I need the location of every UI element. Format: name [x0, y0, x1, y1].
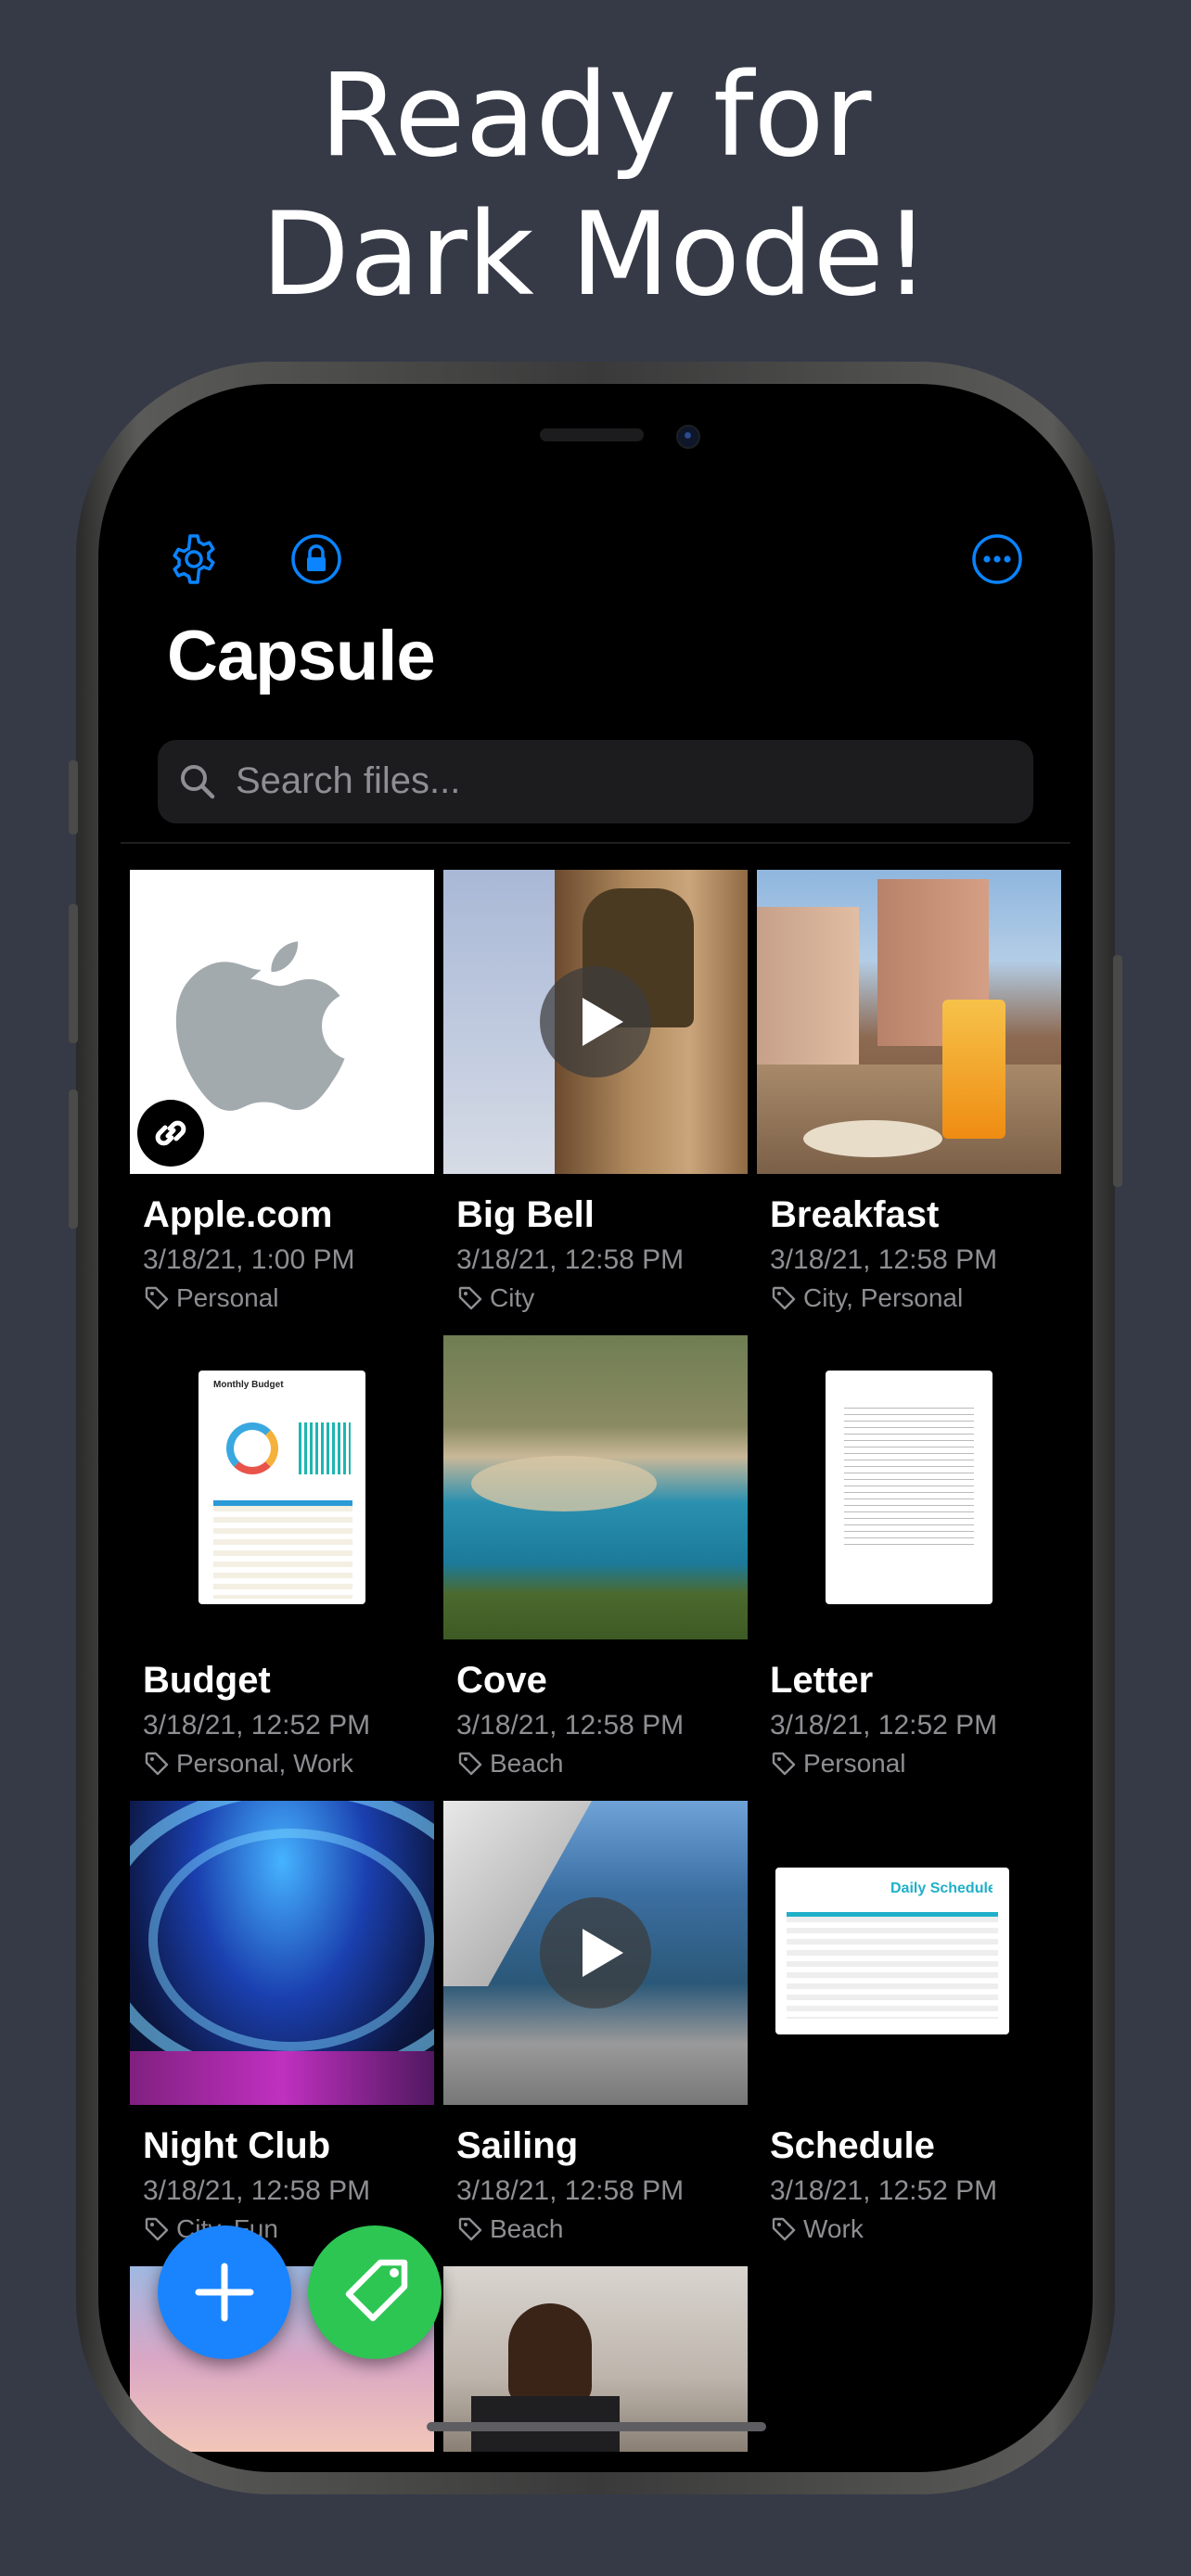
file-tags-text: Personal: [176, 1283, 279, 1312]
file-tags: City, Personal: [770, 1283, 963, 1313]
more-button[interactable]: [970, 532, 1024, 586]
file-tags-text: City, Personal: [803, 1283, 964, 1312]
plate-image: [803, 1120, 942, 1157]
divider: [121, 842, 1070, 844]
lock-button[interactable]: [289, 532, 343, 586]
plus-icon: [195, 2263, 254, 2322]
phone-side-button: [69, 760, 78, 835]
search-icon: [181, 765, 215, 799]
play-icon: [540, 1897, 651, 2009]
light-arches-image: [148, 1829, 434, 2051]
file-date: 3/18/21, 12:58 PM: [456, 2175, 685, 2206]
file-tags: Personal, Work: [143, 1749, 353, 1779]
file-date: 3/18/21, 12:58 PM: [456, 1244, 685, 1275]
table-image: [213, 1500, 352, 1599]
file-tags: Personal: [143, 1283, 279, 1313]
juice-glass-image: [942, 1000, 1005, 1139]
table-image: [757, 1065, 1061, 1174]
thumbnail: [757, 1335, 1061, 1639]
file-name: Cove: [456, 1660, 547, 1701]
link-badge: [137, 1100, 204, 1167]
thumbnail: [757, 870, 1061, 1174]
thumbnail: [443, 1335, 748, 1639]
headline-line-2: Dark Mode!: [261, 188, 930, 322]
thumbnail: Monthly Budget: [130, 1335, 434, 1639]
bar-chart-image: [299, 1422, 351, 1474]
lock-icon: [291, 534, 341, 584]
file-name: Schedule: [770, 2125, 935, 2166]
file-tags: Work: [770, 2214, 864, 2244]
file-tags-text: Work: [803, 2214, 864, 2243]
tag-icon: [772, 2217, 796, 2241]
settings-button[interactable]: [167, 532, 221, 586]
file-name: Budget: [143, 1660, 271, 1701]
file-tags: City: [456, 1283, 534, 1313]
search-field[interactable]: Search files...: [158, 740, 1033, 823]
file-name: Night Club: [143, 2125, 331, 2166]
front-camera: [676, 425, 700, 449]
phone-screen: Capsule Search files... Apple.com 3/18/2…: [98, 384, 1093, 2472]
file-date: 3/18/21, 12:58 PM: [143, 2175, 371, 2206]
tags-button[interactable]: [308, 2225, 442, 2359]
file-date: 3/18/21, 12:52 PM: [143, 1710, 371, 1741]
tag-icon: [145, 1752, 169, 1776]
file-tags: Beach: [456, 2214, 563, 2244]
file-date: 3/18/21, 12:58 PM: [456, 1710, 685, 1741]
link-icon: [155, 1120, 186, 1146]
tag-icon: [458, 2217, 482, 2241]
headline-line-1: Ready for: [319, 49, 872, 183]
phone-side-button: [1113, 955, 1122, 1187]
speaker: [540, 428, 644, 441]
donut-chart-image: [226, 1422, 278, 1474]
building-image: [757, 907, 859, 1065]
document-page: Monthly Budget: [198, 1371, 365, 1604]
person-image: [508, 2303, 592, 2405]
tag-icon: [145, 1286, 169, 1310]
add-file-button[interactable]: [158, 2225, 291, 2359]
file-tags-text: Beach: [490, 1749, 564, 1778]
phone-side-button: [69, 1090, 78, 1229]
file-tags-text: Personal, Work: [176, 1749, 353, 1778]
tag-icon: [458, 1286, 482, 1310]
thumbnail: Daily Schedule: [757, 1801, 1061, 2105]
headline: Ready for Dark Mode!: [0, 46, 1191, 325]
file-date: 3/18/21, 12:52 PM: [770, 2175, 998, 2206]
page-title: Capsule: [167, 617, 436, 695]
thumbnail: [130, 870, 434, 1174]
file-name: Letter: [770, 1660, 874, 1701]
file-date: 3/18/21, 12:58 PM: [770, 1244, 998, 1275]
search-placeholder: Search files...: [236, 760, 461, 801]
budget-doc-title: Monthly Budget: [213, 1380, 284, 1390]
beach-image: [471, 1456, 657, 1511]
play-icon: [540, 966, 651, 1078]
text-lines-image: [844, 1408, 974, 1547]
thumbnail: [130, 1801, 434, 2105]
tag-icon: [458, 1752, 482, 1776]
file-name: Apple.com: [143, 1194, 333, 1235]
file-date: 3/18/21, 1:00 PM: [143, 1244, 355, 1275]
schedule-doc-title: Daily Schedule: [890, 1881, 992, 1896]
file-date: 3/18/21, 12:52 PM: [770, 1710, 998, 1741]
file-name: Breakfast: [770, 1194, 940, 1235]
file-name: Sailing: [456, 2125, 579, 2166]
thumbnail: [443, 1801, 748, 2105]
document-page: Daily Schedule: [775, 1868, 1009, 2034]
ellipsis-circle-icon: [972, 534, 1022, 584]
gear-icon: [173, 534, 215, 584]
home-indicator[interactable]: [427, 2422, 766, 2431]
file-tags-text: City: [490, 1283, 535, 1312]
document-page: [826, 1371, 992, 1604]
tag-icon: [772, 1752, 796, 1776]
tag-icon: [345, 2259, 408, 2322]
thumbnail: [443, 870, 748, 1174]
crowd-image: [130, 2051, 434, 2105]
file-tags: Personal: [770, 1749, 906, 1779]
file-tags-text: Beach: [490, 2214, 564, 2243]
phone-side-button: [69, 904, 78, 1043]
file-name: Big Bell: [456, 1194, 595, 1235]
file-tags: Beach: [456, 1749, 563, 1779]
tag-icon: [772, 1286, 796, 1310]
file-tags-text: Personal: [803, 1749, 906, 1778]
table-image: [787, 1912, 998, 2019]
